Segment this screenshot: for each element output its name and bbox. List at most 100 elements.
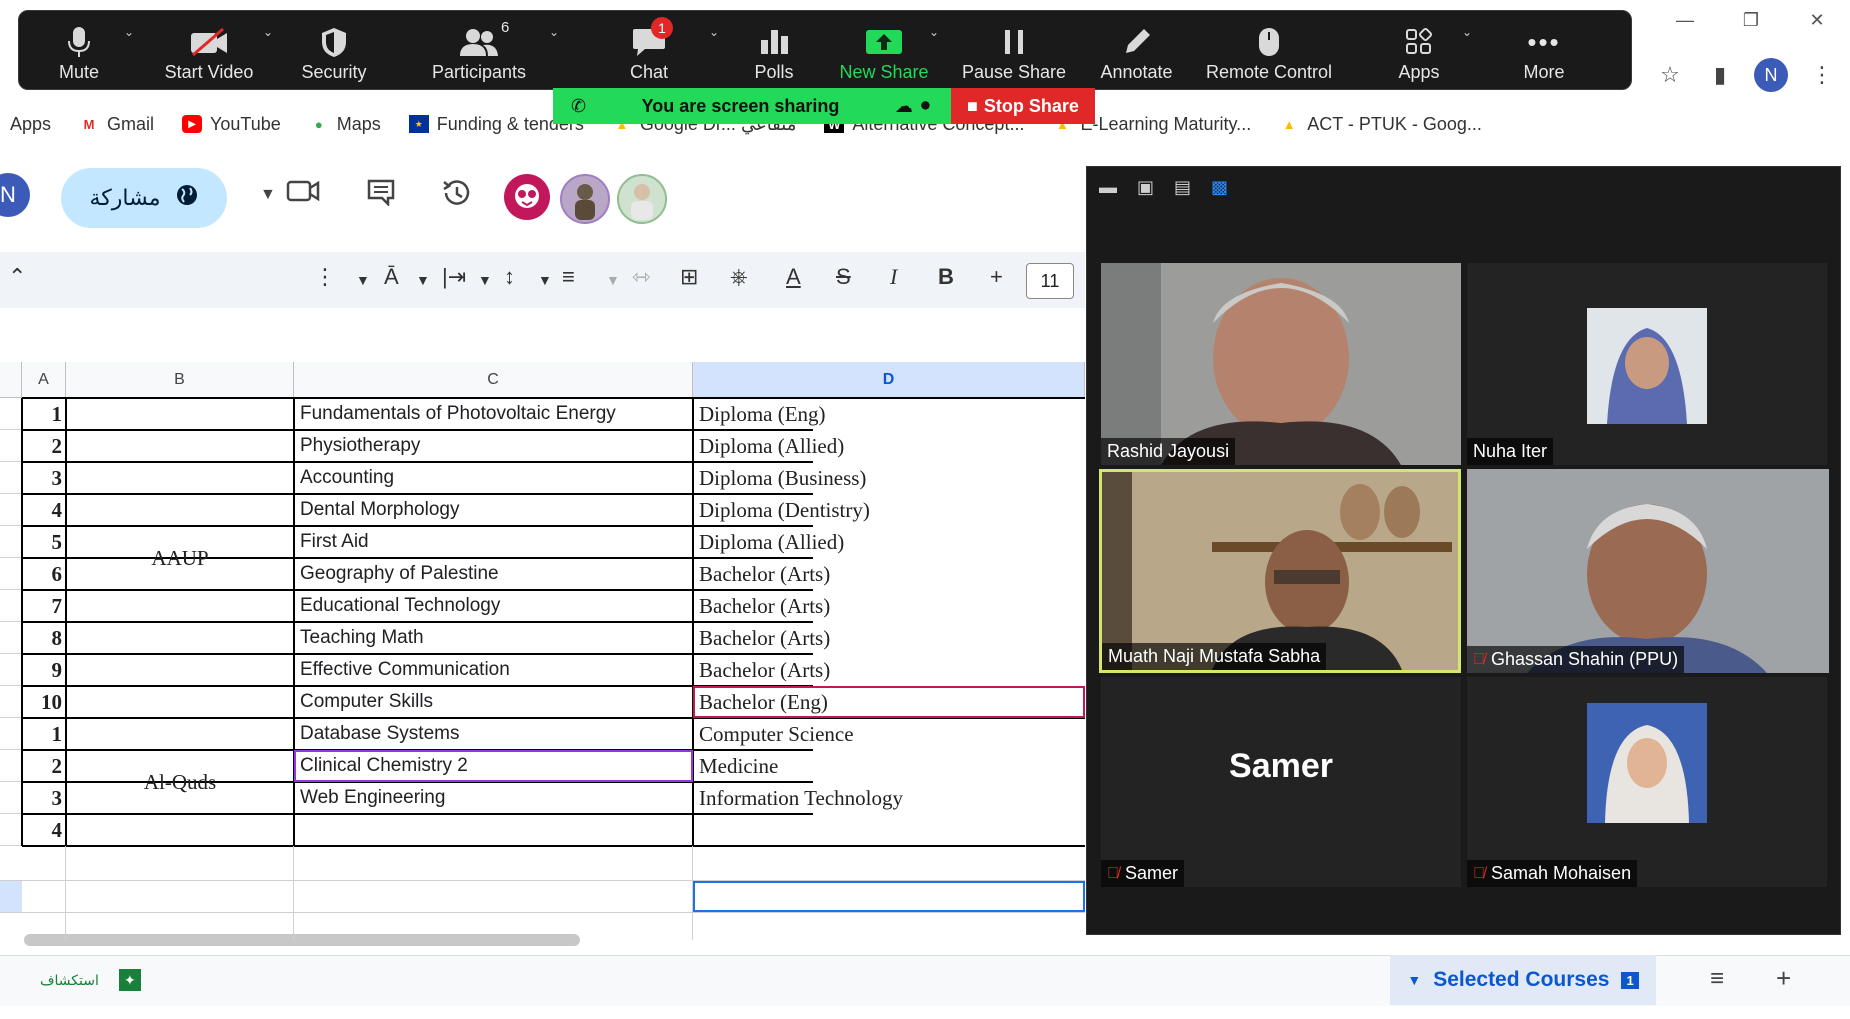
program-cell[interactable]: Diploma (Business) [693,462,1085,494]
kebab-menu-icon[interactable]: ⋮ [1806,59,1838,91]
course-cell[interactable]: Database Systems [294,718,693,750]
row-number[interactable]: 2 [22,430,66,462]
bold-icon[interactable]: B [938,264,954,290]
course-cell[interactable]: Educational Technology [294,590,693,622]
start-video-button[interactable]: ⌄ Start Video [139,11,279,89]
chevron-down-icon[interactable]: ▼ [416,272,430,288]
course-cell[interactable]: Web Engineering [294,782,693,814]
close-window-icon[interactable]: ✕ [1784,0,1850,40]
chevron-down-icon[interactable]: ⌄ [929,25,939,39]
pause-share-button[interactable]: Pause Share [949,11,1079,89]
text-color-icon[interactable]: A [786,264,801,290]
borders-icon[interactable]: ⊞ [680,264,698,290]
course-cell[interactable]: Accounting [294,462,693,494]
row-number[interactable]: 4 [22,494,66,526]
italic-icon[interactable]: I [890,264,897,290]
more-vert-icon[interactable]: ⋮ [314,264,336,290]
row-number[interactable]: 6 [22,558,66,590]
text-rotation-icon[interactable]: Ā [384,264,399,290]
chevron-down-icon[interactable]: ▼ [356,272,370,288]
text-wrap-icon[interactable]: |⇥ [442,264,466,290]
program-cell[interactable]: Bachelor (Arts) [693,558,1085,590]
course-cell[interactable] [294,814,693,846]
history-icon[interactable] [440,178,472,215]
row-number[interactable]: 3 [22,782,66,814]
gallery-view-icon[interactable]: ▩ [1211,177,1228,198]
bookmark-maps[interactable]: ● Maps [309,114,381,135]
chevron-down-icon[interactable]: ▼ [538,272,552,288]
chevron-down-icon[interactable]: ⌄ [709,25,719,39]
row-number[interactable]: 3 [22,462,66,494]
collaborator-avatar[interactable] [560,174,610,224]
apps-button[interactable]: ⌄ Apps [1344,11,1494,89]
profile-avatar[interactable]: N [1754,58,1788,92]
explore-button[interactable]: استكشاف ✦ [40,955,141,1005]
horizontal-scrollbar[interactable] [24,934,580,946]
active-cell-cursor[interactable] [693,881,1085,912]
more-button[interactable]: ••• More [1494,11,1594,89]
program-cell[interactable] [693,814,1085,846]
row-number[interactable]: 8 [22,622,66,654]
collaborator-cursor-cell[interactable] [294,750,693,782]
program-cell[interactable]: Bachelor (Arts) [693,654,1085,686]
program-cell[interactable]: Diploma (Allied) [693,526,1085,558]
program-cell[interactable]: Computer Science [693,718,1085,750]
video-tile[interactable]: Rashid Jayousi [1101,263,1461,465]
star-icon[interactable]: ☆ [1654,59,1686,91]
mute-button[interactable]: ⌄ Mute [19,11,139,89]
row-number[interactable]: 1 [22,718,66,750]
increase-font-icon[interactable]: + [990,264,1003,290]
row-number[interactable]: 5 [22,526,66,558]
video-tile[interactable]: 🎙̸ Ghassan Shahin (PPU) [1467,469,1829,673]
collaborator-avatar[interactable] [617,174,667,224]
university-cell[interactable]: AAUP [66,398,294,718]
bookmark-act-ptuk[interactable]: ▲ ACT - PTUK - Goog... [1279,114,1482,135]
sheet-tab-selected-courses[interactable]: ▼ Selected Courses 1 [1390,955,1656,1005]
collaborator-avatar[interactable] [504,174,550,220]
program-cell[interactable]: Information Technology [693,782,1085,814]
fill-color-icon[interactable]: ⎈ [730,264,748,290]
comments-icon[interactable] [366,178,396,213]
bookmark-gmail[interactable]: M Gmail [79,114,154,135]
column-header-b[interactable]: B [66,362,294,398]
chevron-down-icon[interactable]: ▼ [1407,972,1421,988]
all-sheets-menu-icon[interactable]: ≡ [1710,965,1724,993]
program-cell[interactable]: Bachelor (Arts) [693,590,1085,622]
stop-share-button[interactable]: ■ Stop Share [951,88,1095,124]
sharing-status[interactable]: ✆ You are screen sharing ☁ ⚫ [553,88,951,124]
course-cell[interactable]: Dental Morphology [294,494,693,526]
chevron-down-icon[interactable]: ⌄ [263,25,273,39]
select-all-corner[interactable] [0,362,22,398]
annotate-button[interactable]: Annotate [1079,11,1194,89]
strip-view-icon[interactable]: ▤ [1174,177,1191,198]
chevron-down-icon[interactable]: ⌄ [549,25,559,39]
program-cell[interactable]: Diploma (Eng) [693,398,1085,430]
university-cell[interactable]: Al-Quds [66,718,294,846]
video-tile[interactable]: Samer 🎙̸ Samer [1101,677,1461,887]
new-share-button[interactable]: ⌄ New Share [819,11,949,89]
video-tile[interactable]: 🎙̸ Samah Mohaisen [1467,677,1827,887]
remote-control-button[interactable]: Remote Control [1194,11,1344,89]
horizontal-align-icon[interactable]: ≡ [562,264,575,290]
row-number[interactable]: 10 [22,686,66,718]
program-cell[interactable]: Diploma (Dentistry) [693,494,1085,526]
chevron-down-icon[interactable]: ▼ [260,186,276,204]
speaker-view-icon[interactable]: ▣ [1137,177,1154,198]
chevron-down-icon[interactable]: ▼ [478,272,492,288]
course-cell[interactable]: Fundamentals of Photovoltaic Energy [294,398,693,430]
column-header-d[interactable]: D [693,362,1085,398]
row-number[interactable]: 4 [22,814,66,846]
row-number[interactable]: 9 [22,654,66,686]
polls-button[interactable]: Polls [729,11,819,89]
course-cell[interactable]: Geography of Palestine [294,558,693,590]
add-sheet-icon[interactable]: + [1776,963,1791,994]
bookmark-apps[interactable]: Apps [10,114,51,135]
vertical-align-icon[interactable]: ↕ [504,264,515,290]
merge-cells-icon[interactable]: ⇿ [632,264,650,290]
row-number[interactable]: 2 [22,750,66,782]
program-cell[interactable]: Diploma (Allied) [693,430,1085,462]
minimize-video-icon[interactable]: ▬ [1099,177,1117,198]
font-size-input[interactable]: 11 [1026,263,1074,299]
security-button[interactable]: Security [279,11,389,89]
video-tile-active-speaker[interactable]: Muath Naji Mustafa Sabha [1099,469,1461,673]
